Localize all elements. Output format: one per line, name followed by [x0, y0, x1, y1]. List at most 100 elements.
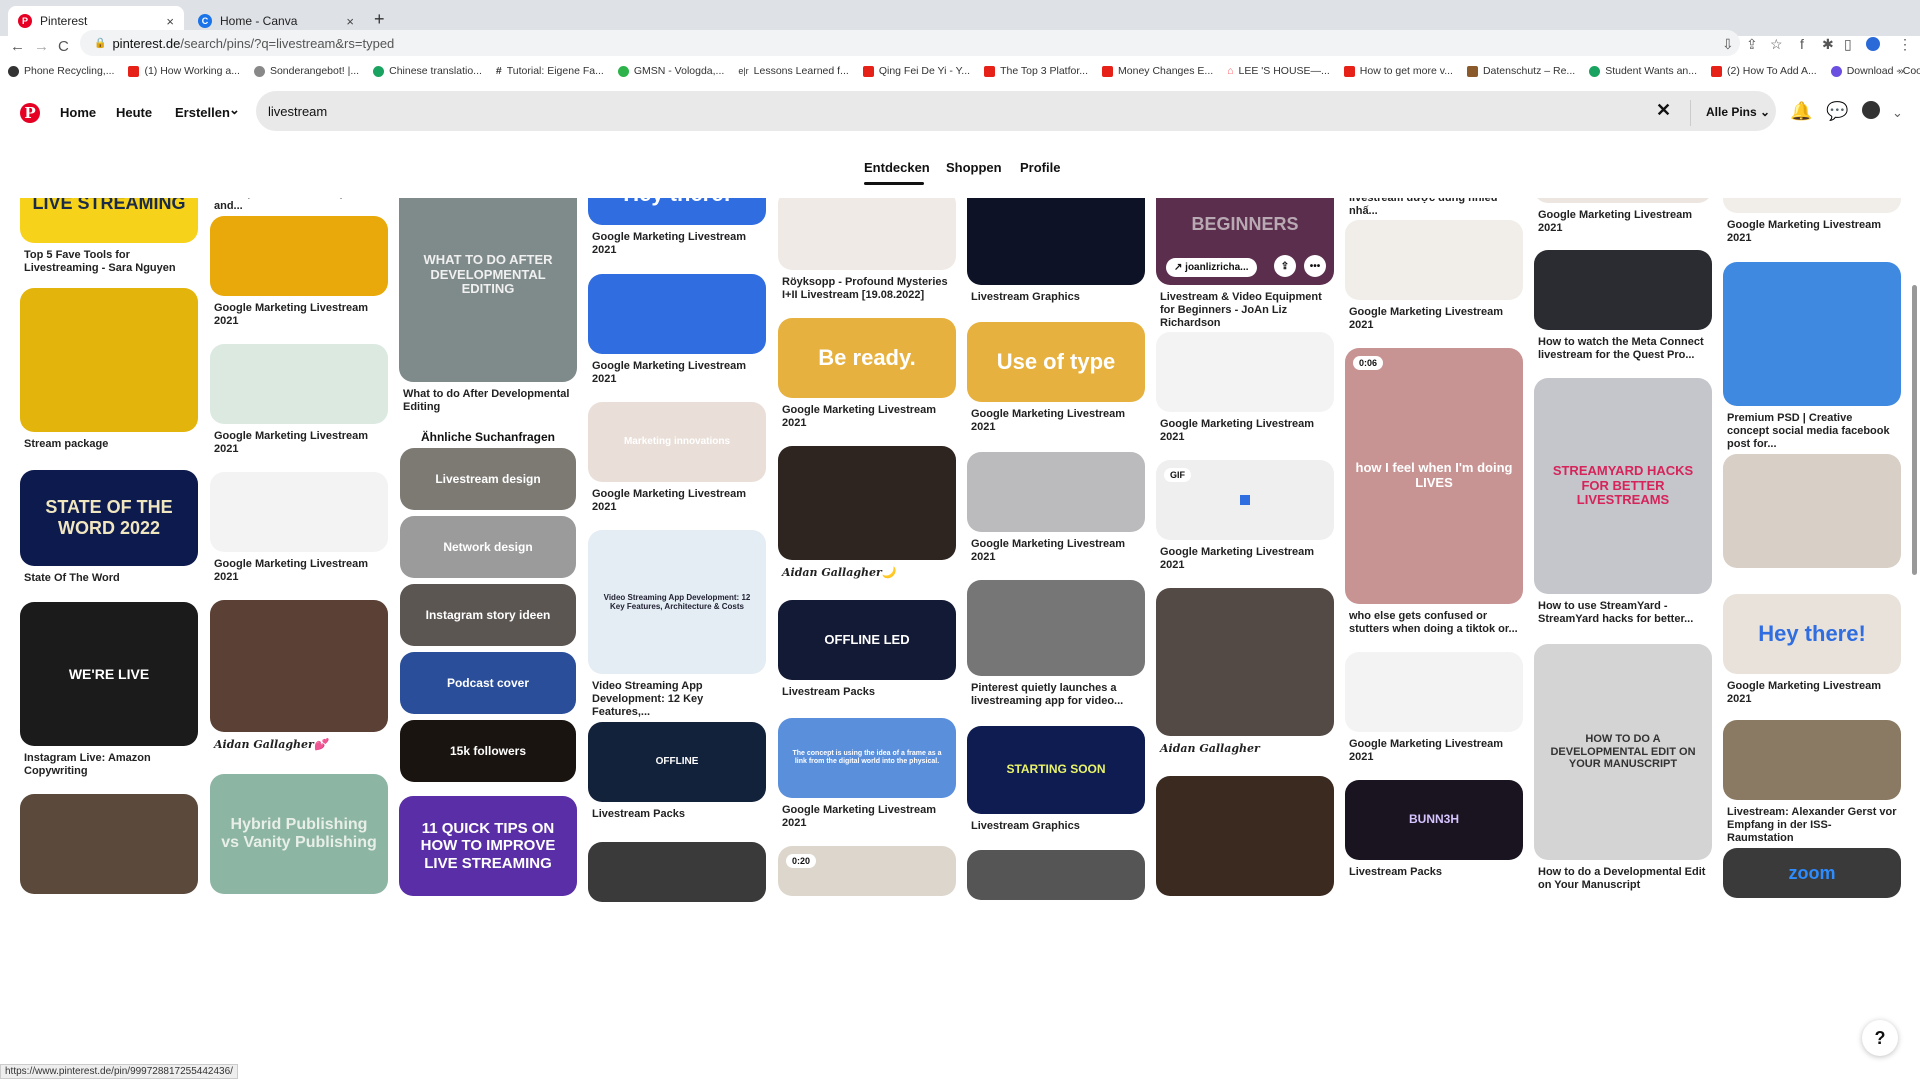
pin-card[interactable]: Livestream: Alexander Gerst vor Empfang …: [1723, 720, 1901, 845]
pin-image[interactable]: [778, 198, 956, 270]
pin-title[interactable]: Google Marketing Livestream 2021: [210, 552, 388, 584]
related-search-item[interactable]: Podcast cover: [400, 652, 576, 714]
pin-image[interactable]: Be ready.: [778, 318, 956, 398]
pin-image[interactable]: [1723, 720, 1901, 800]
pin-card[interactable]: Aidan Gallagher💕: [210, 600, 388, 751]
pin-image[interactable]: WE'RE LIVE: [20, 602, 198, 746]
bookmark-item[interactable]: Chinese translatio...: [373, 65, 482, 77]
pin-image[interactable]: [967, 198, 1145, 285]
bookmark-item[interactable]: The Top 3 Platfor...: [984, 65, 1088, 77]
account-chevron-icon[interactable]: ⌄: [1892, 105, 1903, 121]
pin-image[interactable]: STATE OF THE WORD 2022: [20, 470, 198, 566]
pin-image[interactable]: [210, 344, 388, 424]
pin-card[interactable]: GIF Google Marketing Livestream 2021: [1156, 460, 1334, 572]
pin-card[interactable]: Google Marketing Livestream 2021: [210, 472, 388, 584]
url-bar[interactable]: 🔒 pinterest.de/search/pins/?q=livestream…: [80, 30, 1740, 56]
pin-image[interactable]: HOW TO DO A DEVELOPMENTAL EDIT ON YOUR M…: [1534, 644, 1712, 860]
pin-card[interactable]: Stream package: [20, 288, 198, 451]
pin-image[interactable]: GIF: [1156, 460, 1334, 540]
pin-image[interactable]: [967, 580, 1145, 676]
pin-image[interactable]: LIVE STREAMING: [20, 198, 198, 243]
pin-image[interactable]: 11 QUICK TIPS ON HOW TO IMPROVE LIVE STR…: [399, 796, 577, 896]
extensions-puzzle-icon[interactable]: ✱: [1822, 36, 1834, 53]
pin-card[interactable]: [967, 850, 1145, 900]
bookmark-item[interactable]: (1) How Working a...: [128, 65, 240, 77]
pin-card[interactable]: Aidan Gallagher🌙: [778, 446, 956, 579]
pin-card[interactable]: Google Marketing Livestream 2021: [1345, 220, 1523, 332]
pin-title[interactable]: Google Marketing Livestream 2021: [1723, 674, 1901, 706]
related-search-item[interactable]: Network design: [400, 516, 576, 578]
bookmark-item[interactable]: Datenschutz – Re...: [1466, 65, 1575, 77]
pin-image[interactable]: [1723, 262, 1901, 406]
pin-image[interactable]: Hey there!: [1723, 594, 1901, 674]
pin-card[interactable]: WHAT TO DO AFTER DEVELOPMENTAL EDITING Wh…: [399, 198, 577, 414]
related-search-item[interactable]: Instagram story ideen: [400, 584, 576, 646]
pin-image[interactable]: The concept is using the idea of a frame…: [778, 718, 956, 798]
pin-image[interactable]: BUNN3H: [1345, 780, 1523, 860]
bookmark-item[interactable]: Download - Cooki...: [1830, 65, 1920, 77]
pin-card[interactable]: Hybrid Publishing vs Vanity Publishing: [210, 774, 388, 894]
pin-card[interactable]: Premium PSD | Creative concept social me…: [1723, 262, 1901, 451]
pin-title[interactable]: Livestream Packs: [588, 802, 766, 821]
new-tab-button[interactable]: +: [374, 9, 385, 30]
pin-image[interactable]: Video Streaming App Development: 12 Key …: [588, 530, 766, 674]
pin-title[interactable]: Google Marketing Livestream 2021: [1723, 213, 1901, 245]
bookmark-item[interactable]: (2) How To Add A...: [1711, 65, 1817, 77]
notifications-bell-icon[interactable]: 🔔: [1790, 101, 1812, 122]
pin-card[interactable]: Video Streaming App Development: 12 Key …: [588, 530, 766, 719]
pin-title[interactable]: Livestream Packs: [778, 680, 956, 699]
pin-card[interactable]: The concept is using the idea of a frame…: [778, 718, 956, 830]
bookmark-item[interactable]: Qing Fei De Yi - Y...: [862, 65, 970, 77]
forward-icon[interactable]: →: [34, 38, 49, 55]
share-icon[interactable]: ⇪: [1746, 36, 1758, 53]
share-pin-icon[interactable]: ⇪: [1274, 255, 1296, 277]
pin-title[interactable]: Google Marketing Livestream 2021: [1345, 732, 1523, 764]
pin-title[interactable]: Google Marketing Livestream 2021: [967, 532, 1145, 564]
pin-title[interactable]: Aidan Gallagher💕: [210, 732, 388, 751]
pin-image[interactable]: [210, 600, 388, 732]
pin-card[interactable]: Google Marketing Livestream 2021: [210, 344, 388, 456]
bookmark-item[interactable]: How to get more v...: [1343, 65, 1453, 77]
pin-card[interactable]: OFFLINE LED Livestream Packs: [778, 600, 956, 699]
pin-title[interactable]: Livestream Packs: [1345, 860, 1523, 879]
pin-title[interactable]: Google Marketing Livestream 2021: [588, 354, 766, 386]
pin-title[interactable]: Pinterest quietly launches a livestreami…: [967, 676, 1145, 708]
pin-card[interactable]: Một số phần mềm chia sẻ livestream được …: [1345, 198, 1523, 218]
pin-card[interactable]: BUNN3H Livestream Packs: [1345, 780, 1523, 879]
pin-card[interactable]: Google Marketing Livestream 2021: [1156, 332, 1334, 444]
pin-card[interactable]: Google Marketing Livestream 2021: [967, 452, 1145, 564]
pin-card[interactable]: [1156, 776, 1334, 896]
more-options-icon[interactable]: •••: [1304, 255, 1326, 277]
tab-entdecken[interactable]: Entdecken: [864, 160, 930, 175]
pin-image[interactable]: [1723, 454, 1901, 568]
pin-image[interactable]: [967, 452, 1145, 532]
install-icon[interactable]: ⇩: [1722, 36, 1734, 53]
pin-card[interactable]: Google Marketing Livestream 2021: [1534, 198, 1712, 235]
bookmark-star-icon[interactable]: ☆: [1770, 36, 1783, 53]
pin-title[interactable]: How to do a Developmental Edit on Your M…: [1534, 860, 1712, 892]
pin-image[interactable]: 0:20: [778, 846, 956, 896]
bookmarks-overflow-button[interactable]: »: [1898, 65, 1904, 77]
pin-title[interactable]: How to use StreamYard - StreamYard hacks…: [1534, 594, 1712, 626]
pin-image[interactable]: [210, 472, 388, 552]
clear-search-icon[interactable]: ✕: [1656, 100, 1671, 121]
pin-card[interactable]: [20, 794, 198, 894]
pin-card[interactable]: Röyksopp - Profound Mysteries I+II Lives…: [778, 198, 956, 302]
pin-source-link[interactable]: ↗ joanlizricha...: [1166, 258, 1257, 277]
pinterest-logo[interactable]: P: [20, 103, 40, 123]
pin-image[interactable]: [588, 842, 766, 902]
pin-title[interactable]: Một số phần mềm chia sẻ livestream được …: [1345, 198, 1523, 218]
pin-card[interactable]: Pinterest quietly launches a livestreami…: [967, 580, 1145, 708]
pin-image[interactable]: [1345, 220, 1523, 300]
pin-image[interactable]: [1534, 250, 1712, 330]
pin-image[interactable]: [20, 288, 198, 432]
pin-card[interactable]: Use of type Google Marketing Livestream 2…: [967, 322, 1145, 434]
pin-image[interactable]: Marketing innovations: [588, 402, 766, 482]
pin-image[interactable]: STREAMYARD HACKS FOR BETTER LIVESTREAMS: [1534, 378, 1712, 594]
pin-card[interactable]: Google Marketing Livestream 2021: [210, 216, 388, 328]
pin-image[interactable]: [20, 794, 198, 894]
pin-image[interactable]: [1156, 776, 1334, 896]
pin-card[interactable]: Hey there! Google Marketing Livestream 20…: [588, 198, 766, 257]
pin-title[interactable]: Aidan Gallagher🌙: [778, 560, 956, 579]
user-avatar[interactable]: [1862, 101, 1880, 119]
